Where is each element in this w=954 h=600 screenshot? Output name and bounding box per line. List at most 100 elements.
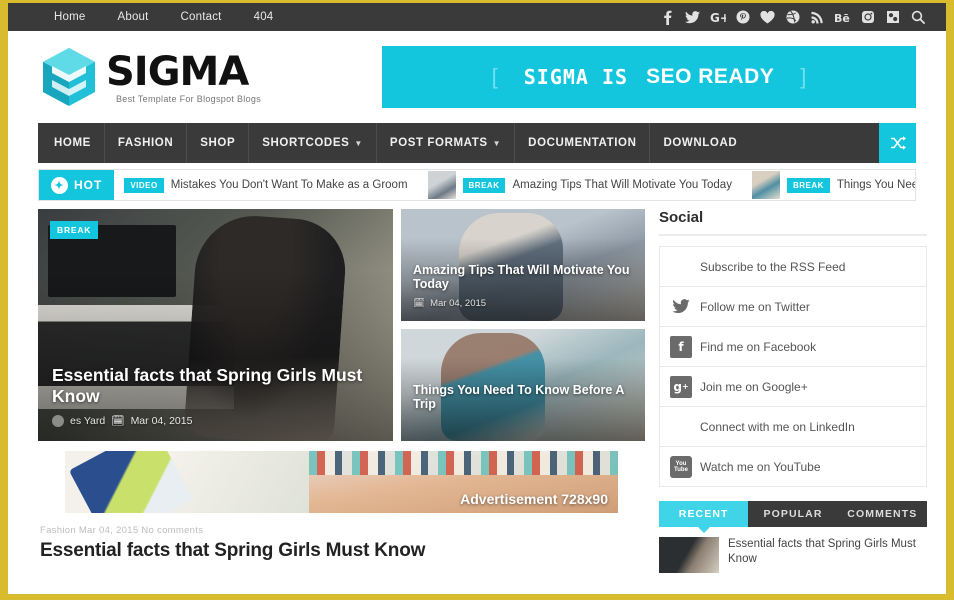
featured-post-title[interactable]: Amazing Tips That Will Motivate You Toda… <box>413 263 645 291</box>
featured-post-secondary-1[interactable]: Amazing Tips That Will Motivate You Toda… <box>401 209 645 321</box>
tab-comments[interactable]: COMMENTS <box>837 501 927 527</box>
promo-bracket-right: ] <box>800 64 807 89</box>
top-navigation: Home About Contact 404 <box>38 3 289 31</box>
tab-recent[interactable]: RECENT <box>659 501 749 533</box>
nav-item-home[interactable]: HOME <box>38 123 105 163</box>
social-item-label: Find me on Facebook <box>700 339 817 354</box>
avatar <box>52 414 64 427</box>
main-navigation: HOME FASHION SHOP SHORTCODES ▼ POST FORMA… <box>38 123 916 163</box>
svg-text:G+: G+ <box>710 11 726 24</box>
promo-bracket-left: [ <box>491 64 498 89</box>
topnav-item-home[interactable]: Home <box>38 3 101 31</box>
social-item-facebook[interactable]: f Find me on Facebook <box>660 327 926 367</box>
featured-secondary-column: Amazing Tips That Will Motivate You Toda… <box>401 209 645 441</box>
flickr-icon[interactable] <box>880 3 905 31</box>
logo-text: SIGMA Best Template For Blogspot Blogs <box>106 51 261 104</box>
top-social-icons: G+ Bē <box>655 3 940 31</box>
tab-popular[interactable]: POPULAR <box>748 501 838 527</box>
nav-item-documentation[interactable]: DOCUMENTATION <box>515 123 651 163</box>
advertisement-banner[interactable]: Advertisement 728x90 <box>38 451 645 513</box>
topnav-item-contact[interactable]: Contact <box>165 3 238 31</box>
calendar-icon: 🗓 <box>111 415 125 427</box>
site-logo[interactable]: SIGMA Best Template For Blogspot Blogs <box>38 46 370 108</box>
news-ticker: ✦ HOT VIDEO Mistakes You Don't Want To M… <box>38 169 916 201</box>
social-item-label: Join me on Google+ <box>700 379 808 394</box>
pinterest-icon[interactable] <box>730 3 755 31</box>
ticker-item[interactable]: BREAK Amazing Tips That Will Motivate Yo… <box>418 171 742 199</box>
google-plus-icon: g + <box>670 375 692 398</box>
post-category-badge: BREAK <box>50 221 99 239</box>
social-item-youtube[interactable]: You Tube Watch me on YouTube <box>660 447 926 487</box>
social-item-twitter[interactable]: Follow me on Twitter <box>660 287 926 327</box>
ticker-item-thumbnail <box>751 171 780 199</box>
chevron-down-icon: ▼ <box>354 138 363 148</box>
featured-post-title[interactable]: Things You Need To Know Before A Trip <box>413 383 645 411</box>
promo-banner[interactable]: [ SIGMA IS SEO READY ] <box>382 46 916 108</box>
decor-device <box>68 451 194 513</box>
featured-post-secondary-2[interactable]: Things You Need To Know Before A Trip <box>401 329 645 441</box>
twitter-icon <box>670 296 692 318</box>
featured-posts-row: BREAK Essential facts that Spring Girls … <box>38 209 645 441</box>
random-post-shuffle-button[interactable] <box>879 123 916 163</box>
post-title[interactable]: Essential facts that Spring Girls Must K… <box>40 540 645 562</box>
nav-item-shortcodes[interactable]: SHORTCODES ▼ <box>249 123 377 163</box>
ticker-item-title: Mistakes You Don't Want To Make as a Gro… <box>170 179 408 191</box>
ticker-item-tag: BREAK <box>462 177 506 193</box>
social-item-label: Watch me on YouTube <box>700 459 821 474</box>
ticker-item[interactable]: BREAK Things You Need To Know Before A <box>742 171 915 199</box>
sidebar-tabs: RECENT POPULAR COMMENTS <box>659 501 927 533</box>
shuffle-icon <box>890 136 906 150</box>
featured-post-main[interactable]: BREAK Essential facts that Spring Girls … <box>38 209 393 441</box>
ticker-item[interactable]: VIDEO Mistakes You Don't Want To Make as… <box>114 177 417 193</box>
widget-title-social: Social <box>659 209 927 236</box>
ticker-item-title: Amazing Tips That Will Motivate You Toda… <box>512 179 732 191</box>
ticker-item-title: Things You Need To Know Before A <box>836 179 915 191</box>
advertisement-label: Advertisement 728x90 <box>460 491 608 507</box>
nav-item-post-formats[interactable]: POST FORMATS ▼ <box>377 123 516 163</box>
topnav-item-404[interactable]: 404 <box>238 3 290 31</box>
nav-item-fashion[interactable]: FASHION <box>105 123 188 163</box>
youtube-icon: You Tube <box>670 455 692 478</box>
page-frame: Home About Contact 404 G+ Bē <box>0 0 954 600</box>
nav-label: FASHION <box>117 137 174 149</box>
chevron-down-icon: ▼ <box>492 138 502 148</box>
bloglovin-heart-icon[interactable] <box>755 3 780 31</box>
recent-posts-list: Essential facts that Spring Girls Must K… <box>659 537 927 573</box>
rss-icon[interactable] <box>805 3 830 31</box>
social-item-label: Connect with me on LinkedIn <box>700 419 855 434</box>
social-item-googleplus[interactable]: g + Join me on Google+ <box>660 367 926 407</box>
dribbble-icon[interactable] <box>780 3 805 31</box>
featured-post-date: Mar 04, 2015 <box>430 298 487 309</box>
nav-label: DOCUMENTATION <box>528 137 637 149</box>
nav-item-shop[interactable]: SHOP <box>187 123 250 163</box>
ticker-hot-label: HOT <box>74 178 103 192</box>
site-header: SIGMA Best Template For Blogspot Blogs [… <box>8 31 946 123</box>
flame-icon: ✦ <box>51 176 68 194</box>
twitter-icon[interactable] <box>680 3 705 31</box>
promo-text-regular: SEO READY <box>646 65 775 88</box>
google-plus-icon[interactable]: G+ <box>705 3 730 31</box>
instagram-icon[interactable] <box>855 3 880 31</box>
logo-tagline: Best Template For Blogspot Blogs <box>116 93 262 104</box>
promo-text-bold: SIGMA IS <box>523 65 629 89</box>
nav-item-download[interactable]: DOWNLOAD <box>650 123 750 163</box>
main-nav-items: HOME FASHION SHOP SHORTCODES ▼ POST FORMA… <box>38 123 879 163</box>
social-item-rss[interactable]: Subscribe to the RSS Feed <box>660 247 926 287</box>
list-item[interactable]: Essential facts that Spring Girls Must K… <box>659 537 927 573</box>
featured-post-date: Mar 04, 2015 <box>130 414 193 427</box>
nav-label: HOME <box>54 137 91 149</box>
logo-wordmark: SIGMA <box>106 48 249 95</box>
featured-post-title[interactable]: Essential facts that Spring Girls Must K… <box>52 365 393 407</box>
nav-label: DOWNLOAD <box>663 137 738 149</box>
search-icon[interactable] <box>905 3 930 31</box>
ticker-hot-badge: ✦ HOT <box>39 170 115 200</box>
topnav-item-about[interactable]: About <box>101 3 164 31</box>
svg-text:Bē: Bē <box>834 12 850 24</box>
ticker-item-tag: BREAK <box>786 177 830 193</box>
facebook-icon: f <box>670 335 692 358</box>
main-column: BREAK Essential facts that Spring Girls … <box>38 209 645 573</box>
facebook-icon[interactable] <box>655 3 680 31</box>
behance-icon[interactable]: Bē <box>830 3 855 31</box>
social-item-linkedin[interactable]: Connect with me on LinkedIn <box>660 407 926 447</box>
sidebar: Social Subscribe to the RSS Feed Follow … <box>659 209 927 573</box>
